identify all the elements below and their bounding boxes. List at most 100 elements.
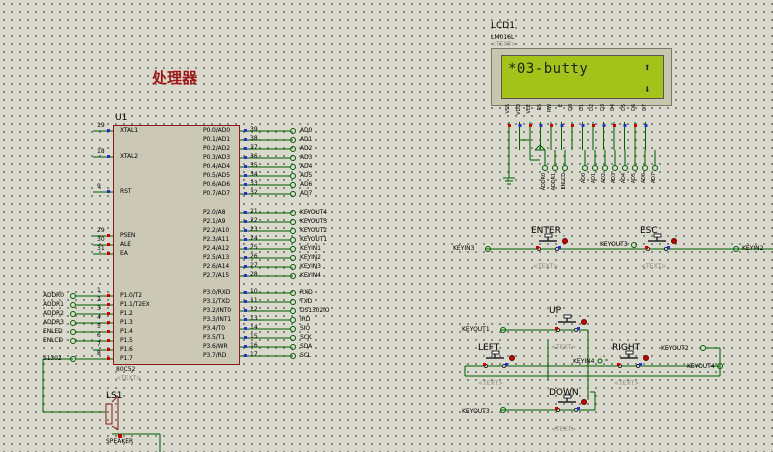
net-terminal xyxy=(542,165,548,171)
u1-pin-name: P3.1/TXD xyxy=(203,298,230,305)
net-label: AD6 xyxy=(300,181,313,188)
wire xyxy=(534,144,541,151)
pin-marker xyxy=(571,124,574,127)
schematic-canvas[interactable]: 处理器 U1 80C52 <TEXT> 19 XTAL1 18 XTAL2 9 RST 29… xyxy=(0,0,773,452)
u1-pin-name: P1.5 xyxy=(120,337,133,344)
u1-pin-number: 15 xyxy=(250,333,258,340)
lcd-net-label: AD3 xyxy=(611,173,617,184)
lcd-pin-name: RS xyxy=(536,104,543,111)
pin-marker xyxy=(244,300,247,303)
u1-pin-name: P2.1/A9 xyxy=(203,218,226,225)
pin-marker xyxy=(577,407,580,410)
pin-probe xyxy=(562,238,568,244)
net-terminal xyxy=(290,273,296,279)
u1-pin-name: P1.3 xyxy=(120,319,133,326)
pin-marker xyxy=(107,330,110,333)
net-terminal xyxy=(290,164,296,170)
pin-marker xyxy=(244,318,247,321)
pin-marker xyxy=(244,192,247,195)
net-label: KEYOUT1 xyxy=(300,236,327,243)
u1-pin-number: 2 xyxy=(97,296,101,303)
u1-pin-number: 23 xyxy=(250,226,258,233)
u1-pin-name: P1.6 xyxy=(120,346,133,353)
u1-pin-number: 4 xyxy=(97,314,101,321)
net-terminal xyxy=(592,165,598,171)
net-terminal xyxy=(290,290,296,296)
pin-probe xyxy=(509,355,515,361)
u1-pin-name: P0.4/AD4 xyxy=(203,163,230,170)
pin-marker xyxy=(617,363,620,366)
net-label: KEYIN4 xyxy=(300,272,321,279)
speaker-coil xyxy=(105,403,113,425)
pin-marker xyxy=(602,124,606,127)
pin-marker xyxy=(107,190,110,193)
lcd-display-text: *03-butty xyxy=(508,61,589,77)
u1-pin-name: P1.0/T2 xyxy=(120,292,142,299)
pin-probe xyxy=(581,399,587,405)
net-terminal xyxy=(290,210,296,216)
down-button-label: DOWN xyxy=(549,388,579,398)
net-terminal xyxy=(290,219,296,225)
u1-pin-number: 14 xyxy=(250,324,258,331)
lcd-net-label: ADDR1 xyxy=(551,173,557,191)
right-button-placeholder: <TEXT> xyxy=(614,380,640,387)
pin-marker xyxy=(558,246,561,249)
net-label: ADDR0 xyxy=(43,292,64,299)
net-label: ADDR1 xyxy=(43,301,64,308)
pin-marker xyxy=(577,327,580,330)
pin-marker xyxy=(244,291,247,294)
pin-marker xyxy=(244,183,247,186)
net-terminal xyxy=(70,329,76,335)
net-keyout3-bottom: KEYOUT3 xyxy=(462,408,490,415)
right-button-label: RIGHT xyxy=(612,343,641,353)
pin-marker xyxy=(529,124,532,127)
pin-marker xyxy=(107,243,110,246)
pin-marker xyxy=(244,336,247,339)
net-terminal xyxy=(632,165,638,171)
net-terminal xyxy=(70,338,76,344)
pin-marker xyxy=(623,124,627,127)
u1-pin-number: 31 xyxy=(97,245,105,252)
u1-pin-number: 35 xyxy=(250,162,258,169)
pin-marker xyxy=(107,303,110,306)
lcd-pin-name: D7 xyxy=(641,104,648,111)
u1-pin-name: P0.3/AD3 xyxy=(203,154,230,161)
speaker-ref: LS1 xyxy=(106,391,123,401)
u1-pin-number: 28 xyxy=(250,271,258,278)
lcd-scroll-down-icon: ⬇ xyxy=(644,83,651,96)
u1-pin-name: P2.4/A12 xyxy=(203,245,230,252)
u1-pin-number: 8 xyxy=(97,350,101,357)
net-label: DS1302IO xyxy=(300,307,330,314)
net-terminal xyxy=(70,293,76,299)
speaker-cone xyxy=(111,425,119,431)
pin-marker xyxy=(244,129,247,132)
net-terminal xyxy=(290,335,296,341)
pin-marker xyxy=(508,124,511,127)
net-label: SCK xyxy=(300,334,312,341)
u1-pin-number: 24 xyxy=(250,235,258,242)
u1-pin-name: P3.3/INT1 xyxy=(203,316,232,323)
lcd-pin-name: VSS xyxy=(505,104,511,114)
lcd-ref: LCD1 xyxy=(491,21,515,31)
u1-pin-number: 13 xyxy=(250,315,258,322)
net-label: AD1 xyxy=(300,136,313,143)
net-terminal xyxy=(582,165,588,171)
pin-marker xyxy=(107,321,110,324)
lcd-net-label: AD6 xyxy=(641,173,647,184)
u1-pin-number: 1 xyxy=(97,287,101,294)
lcd-pin-name: D3 xyxy=(599,104,606,111)
pin-marker xyxy=(107,357,110,360)
net-terminal xyxy=(552,165,558,171)
u1-pin-number: 18 xyxy=(97,148,105,155)
u1-pin-name: XTAL1 xyxy=(120,127,138,134)
u1-pin-name: P0.1/AD1 xyxy=(203,136,230,143)
pin-probe xyxy=(643,355,649,361)
u1-pin-number: 19 xyxy=(97,122,105,129)
u1-pin-number: 39 xyxy=(250,126,258,133)
u1-pin-name: P3.2/INT0 xyxy=(203,307,232,314)
net-terminal xyxy=(290,137,296,143)
net-keyout3-top: KEYOUT3 xyxy=(600,241,628,248)
lcd-net-label: AD0 xyxy=(581,173,587,184)
net-label: TXD xyxy=(300,298,313,305)
lcd-pin-name: D0 xyxy=(568,104,574,111)
